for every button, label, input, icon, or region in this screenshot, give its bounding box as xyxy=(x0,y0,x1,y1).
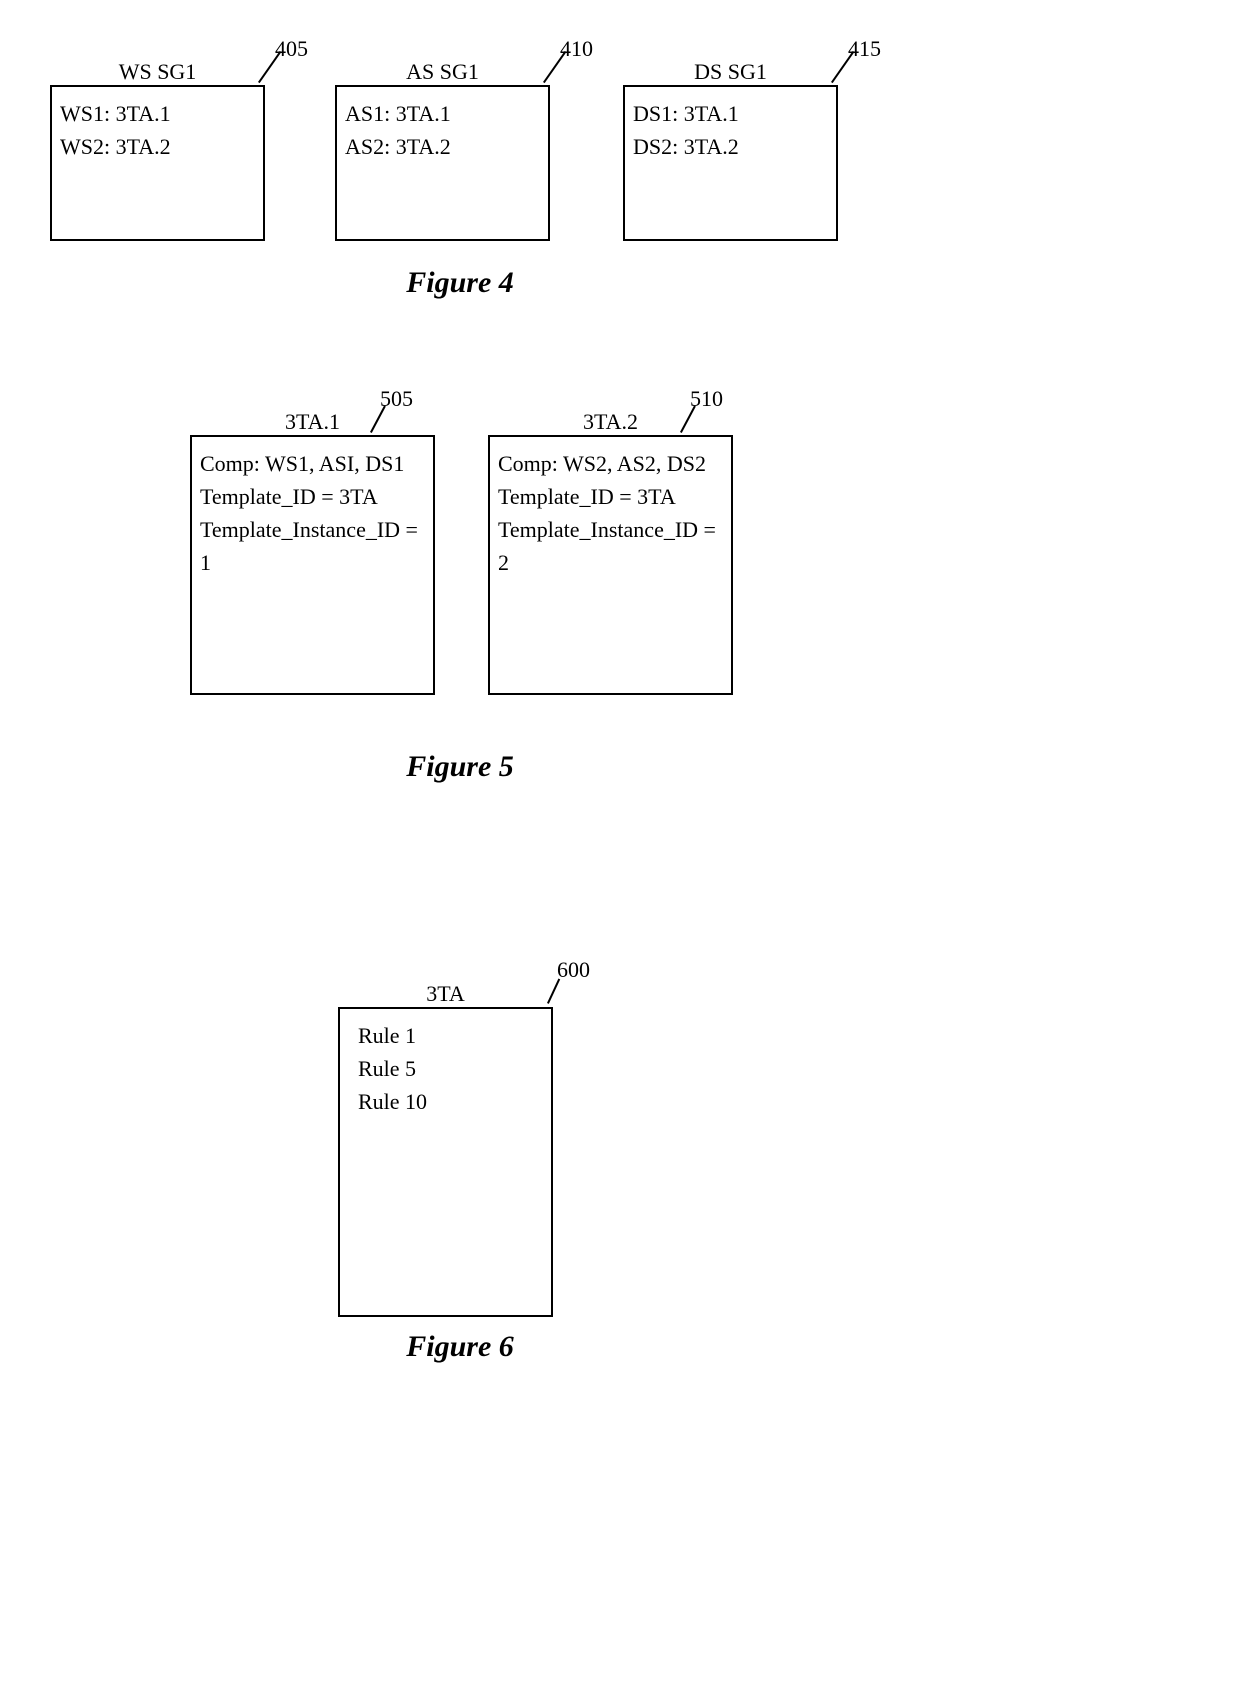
figure5-caption: Figure 5 xyxy=(0,750,1080,784)
figure6-caption: Figure 6 xyxy=(0,1330,1080,1364)
box-line: AS1: 3TA.1 xyxy=(345,97,540,130)
reference-numeral: 600 xyxy=(557,957,590,983)
box-content: DS1: 3TA.1 DS2: 3TA.2 xyxy=(625,87,836,173)
reference-numeral: 410 xyxy=(560,36,593,62)
figure4-box-as: AS SG1 AS1: 3TA.1 AS2: 3TA.2 xyxy=(335,85,550,241)
box-line: Template_ID = 3TA xyxy=(498,480,723,513)
box-content: AS1: 3TA.1 AS2: 3TA.2 xyxy=(337,87,548,173)
figure4-box-ws: WS SG1 WS1: 3TA.1 WS2: 3TA.2 xyxy=(50,85,265,241)
box-title: 3TA.2 xyxy=(490,409,731,435)
box-line: Rule 10 xyxy=(358,1085,543,1118)
box-line: Rule 5 xyxy=(358,1052,543,1085)
figure4-caption: Figure 4 xyxy=(0,266,1080,300)
figure6-box-3ta: 3TA Rule 1 Rule 5 Rule 10 xyxy=(338,1007,553,1317)
box-content: WS1: 3TA.1 WS2: 3TA.2 xyxy=(52,87,263,173)
box-line: Template_Instance_ID = 1 xyxy=(200,513,425,579)
box-line: WS1: 3TA.1 xyxy=(60,97,255,130)
box-line: DS2: 3TA.2 xyxy=(633,130,828,163)
box-line: Comp: WS2, AS2, DS2 xyxy=(498,447,723,480)
box-content: Comp: WS1, ASI, DS1 Template_ID = 3TA Te… xyxy=(192,437,433,589)
figure5-box-3ta2: 3TA.2 Comp: WS2, AS2, DS2 Template_ID = … xyxy=(488,435,733,695)
box-line: Template_Instance_ID = 2 xyxy=(498,513,723,579)
reference-numeral: 415 xyxy=(848,36,881,62)
box-title: 3TA xyxy=(340,981,551,1007)
box-title: AS SG1 xyxy=(337,59,548,85)
box-title: WS SG1 xyxy=(52,59,263,85)
box-title: DS SG1 xyxy=(625,59,836,85)
box-line: DS1: 3TA.1 xyxy=(633,97,828,130)
figure4-box-ds: DS SG1 DS1: 3TA.1 DS2: 3TA.2 xyxy=(623,85,838,241)
box-title: 3TA.1 xyxy=(192,409,433,435)
box-content: Rule 1 Rule 5 Rule 10 xyxy=(340,1009,551,1128)
box-line: Rule 1 xyxy=(358,1019,543,1052)
box-content: Comp: WS2, AS2, DS2 Template_ID = 3TA Te… xyxy=(490,437,731,589)
box-line: Comp: WS1, ASI, DS1 xyxy=(200,447,425,480)
box-line: AS2: 3TA.2 xyxy=(345,130,540,163)
figure5-box-3ta1: 3TA.1 Comp: WS1, ASI, DS1 Template_ID = … xyxy=(190,435,435,695)
reference-numeral: 405 xyxy=(275,36,308,62)
box-line: Template_ID = 3TA xyxy=(200,480,425,513)
box-line: WS2: 3TA.2 xyxy=(60,130,255,163)
